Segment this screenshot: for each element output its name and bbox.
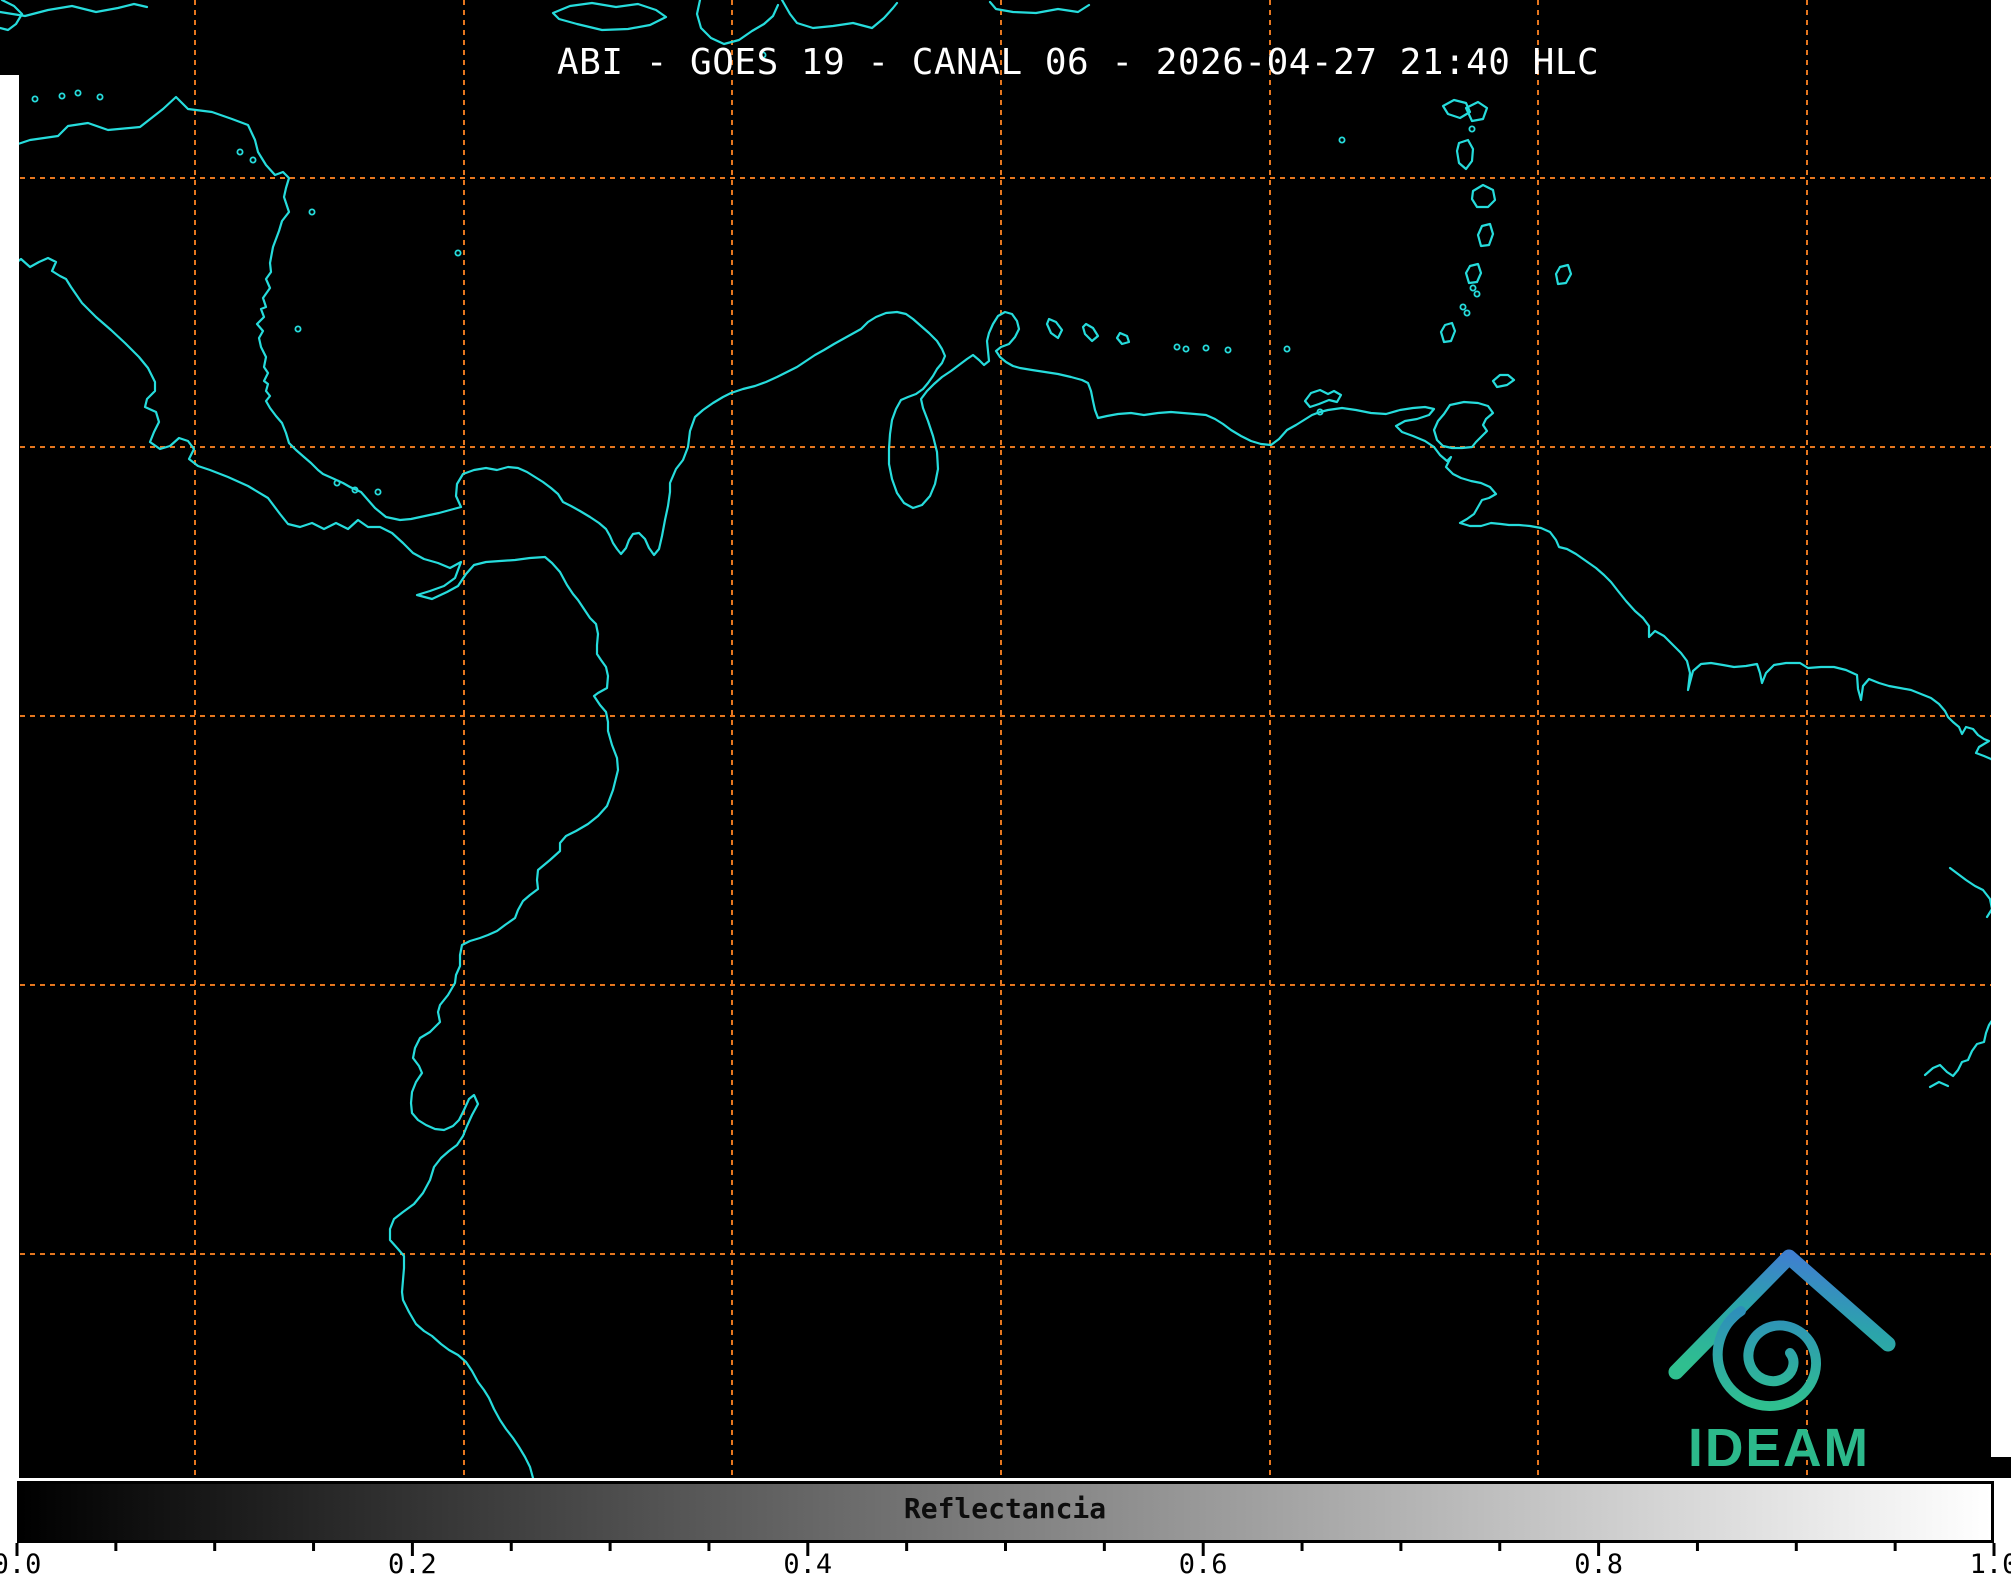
- colorbar-label: Reflectancia: [903, 1492, 1107, 1525]
- satellite-map: IDEAM: [0, 0, 2011, 1478]
- map-background: [0, 0, 2011, 1478]
- colorbar-tick-label: 0.4: [783, 1549, 833, 1577]
- image-title: ABI - GOES 19 - CANAL 06 - 2026-04-27 21…: [557, 42, 1600, 83]
- colorbar-tick-label: 1.0: [1969, 1549, 2011, 1577]
- colorbar-tick-label: 0.8: [1574, 1549, 1623, 1577]
- logo-text: IDEAM: [1688, 1418, 1870, 1478]
- colorbar-tick-label: 0.0: [0, 1549, 42, 1577]
- colorbar-ticks: [15, 1543, 1996, 1556]
- colorbar-tick-label: 0.6: [1178, 1549, 1228, 1577]
- colorbar-tick-label: 0.2: [388, 1549, 437, 1577]
- satellite-image-viewport: IDEAM ABI - GOES 19 - CANAL 06 - 2026-04…: [0, 0, 2011, 1577]
